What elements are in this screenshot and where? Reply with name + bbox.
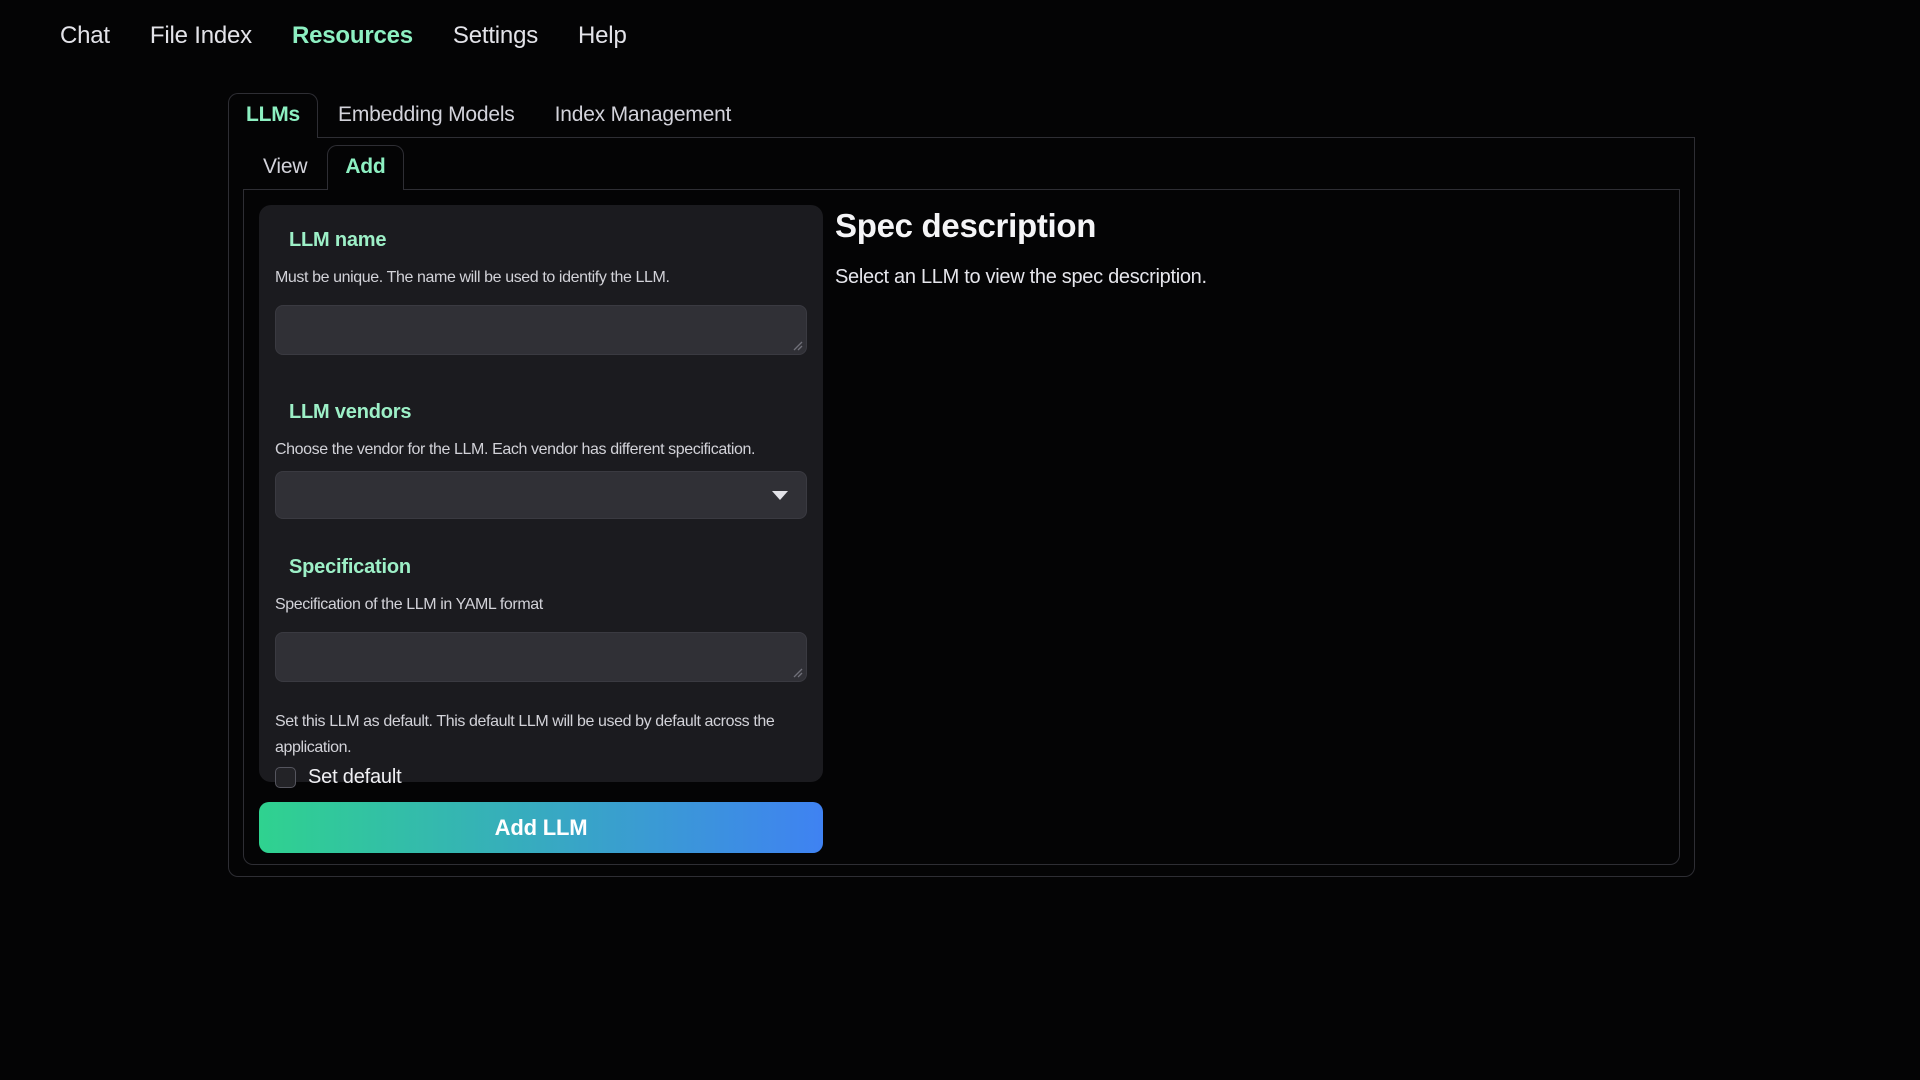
llm-name-label: LLM name: [289, 229, 807, 252]
llm-name-description: Must be unique. The name will be used to…: [275, 265, 807, 291]
add-llm-form-panel: LLM name Must be unique. The name will b…: [259, 205, 823, 782]
subtab-view[interactable]: View: [243, 155, 327, 189]
tab-index-management[interactable]: Index Management: [535, 103, 752, 137]
spec-description-body: Select an LLM to view the spec descripti…: [835, 266, 1664, 289]
nav-item-file-index[interactable]: File Index: [150, 22, 252, 50]
chevron-down-icon: [772, 491, 788, 500]
resources-tab-group: LLMs Embedding Models Index Management V…: [228, 97, 1695, 877]
add-llm-button[interactable]: Add LLM: [259, 802, 823, 853]
top-navigation: Chat File Index Resources Settings Help: [60, 22, 627, 50]
nav-item-resources[interactable]: Resources: [292, 22, 413, 50]
nav-item-help[interactable]: Help: [578, 22, 627, 50]
nav-item-chat[interactable]: Chat: [60, 22, 110, 50]
add-llm-form-column: LLM name Must be unique. The name will b…: [259, 205, 823, 849]
tab-llms[interactable]: LLMs: [228, 93, 318, 138]
llm-name-input[interactable]: [276, 306, 806, 354]
spec-description-panel: Spec description Select an LLM to view t…: [835, 205, 1664, 849]
llms-tab-content: View Add LLM name Must be unique. The na…: [228, 138, 1695, 877]
llm-name-box: [275, 305, 807, 355]
spec-description-title: Spec description: [835, 207, 1664, 245]
set-default-row: Set default: [275, 766, 807, 789]
specification-box: [275, 632, 807, 682]
llms-subtab-nav: View Add: [243, 151, 1680, 190]
add-llm-tab-content: LLM name Must be unique. The name will b…: [243, 190, 1680, 865]
set-default-checkbox-label[interactable]: Set default: [308, 766, 401, 789]
tab-embedding-models[interactable]: Embedding Models: [318, 103, 535, 137]
llms-subtab-group: View Add LLM name Must be unique. The na…: [243, 151, 1680, 865]
subtab-add[interactable]: Add: [327, 145, 403, 190]
llm-vendors-dropdown[interactable]: [275, 471, 807, 519]
set-default-description: Set this LLM as default. This default LL…: [275, 709, 799, 761]
llm-vendors-label: LLM vendors: [289, 401, 807, 424]
resize-handle-icon[interactable]: [792, 340, 803, 351]
llm-vendors-description: Choose the vendor for the LLM. Each vend…: [275, 437, 807, 463]
nav-item-settings[interactable]: Settings: [453, 22, 538, 50]
resources-tab-nav: LLMs Embedding Models Index Management: [228, 97, 1695, 138]
set-default-checkbox[interactable]: [275, 767, 296, 788]
specification-input[interactable]: [276, 633, 806, 681]
specification-description: Specification of the LLM in YAML format: [275, 592, 807, 618]
resize-handle-icon[interactable]: [792, 667, 803, 678]
specification-label: Specification: [289, 556, 807, 579]
